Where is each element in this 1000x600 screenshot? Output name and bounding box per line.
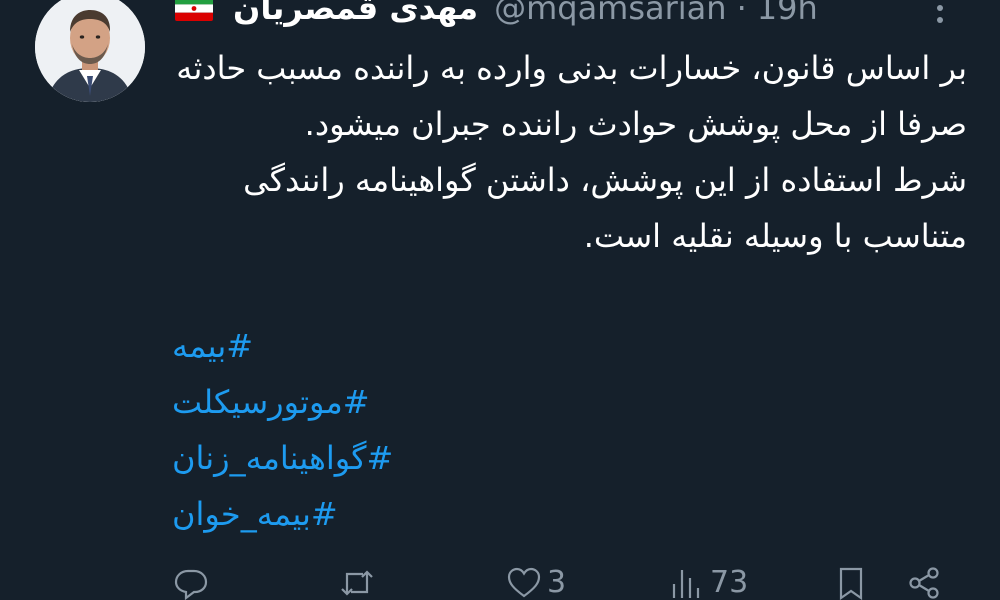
view-count: 73 [710, 565, 749, 600]
retweet-button[interactable] [338, 560, 376, 600]
tweet-text: بر اساس قانون، خسارات بدنی وارده به رانن… [172, 40, 967, 264]
author-handle[interactable]: @mqamsarian [494, 0, 726, 27]
like-button[interactable]: 3 [505, 560, 566, 600]
separator-dot: · [736, 0, 747, 27]
hashtag-list: #بیمه #موتورسیکلت #گواهینامه_زنان #بیمه_… [172, 318, 772, 542]
hashtag-link[interactable]: #بیمه [172, 318, 772, 374]
bookmark-icon [839, 567, 863, 600]
bookmark-button[interactable] [832, 560, 870, 600]
tweet-paragraph: شرط استفاده از این پوشش، داشتن گواهینامه… [243, 161, 967, 255]
share-button[interactable] [905, 560, 943, 600]
like-count: 3 [547, 565, 567, 600]
author-display-name[interactable]: مهدی قمصریان [233, 0, 478, 27]
iran-flag-icon [175, 0, 213, 21]
avatar[interactable] [35, 0, 145, 102]
more-options-icon[interactable] [920, 0, 960, 28]
views-button[interactable]: 73 [668, 560, 748, 600]
reply-icon [174, 569, 208, 600]
hashtag-link[interactable]: #گواهینامه_زنان [172, 430, 772, 486]
share-icon [909, 566, 939, 599]
tweet-actions: 3 73 [0, 560, 1000, 600]
views-icon [672, 569, 700, 598]
hashtag-link[interactable]: #موتورسیکلت [172, 374, 772, 430]
tweet-paragraph: بر اساس قانون، خسارات بدنی وارده به رانن… [176, 49, 967, 143]
avatar-photo [35, 0, 145, 102]
tweet-time[interactable]: 19h [757, 0, 818, 27]
tweet: مهدی قمصریان @mqamsarian · 19h بر اساس ق… [0, 0, 1000, 600]
tweet-header: مهدی قمصریان @mqamsarian · 19h [175, 0, 818, 30]
retweet-icon [341, 569, 373, 596]
reply-button[interactable] [172, 560, 210, 600]
hashtag-link[interactable]: #بیمه_خوان [172, 486, 772, 542]
heart-icon [507, 567, 541, 597]
